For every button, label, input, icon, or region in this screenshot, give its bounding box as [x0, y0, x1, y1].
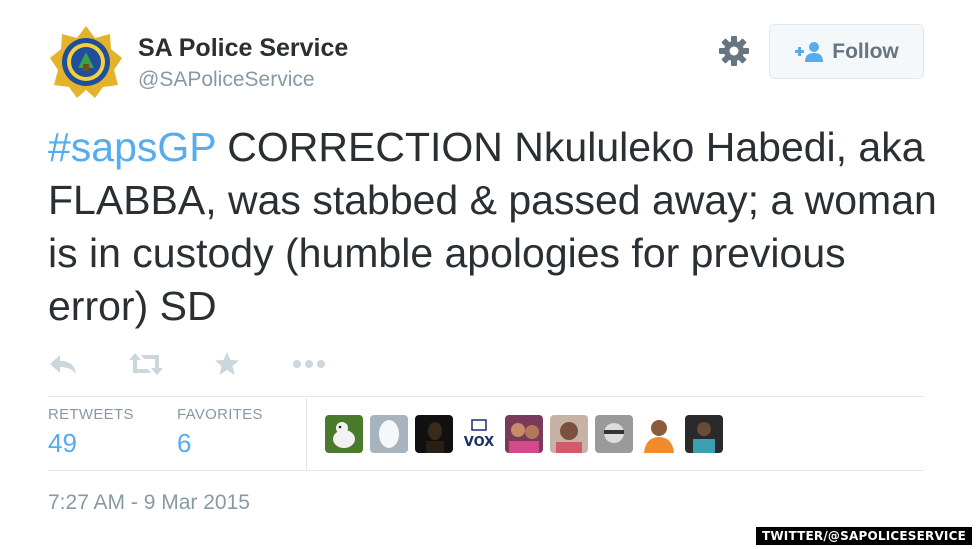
- tweet-stats: RETWEETS 49 FAVORITES 6 VOX: [48, 398, 924, 470]
- account-handle[interactable]: @SAPoliceService: [138, 68, 315, 92]
- favorites-label: FAVORITES: [177, 406, 263, 423]
- favorite-icon: [215, 352, 239, 375]
- display-name[interactable]: SA Police Service: [138, 34, 348, 63]
- retweets-count: 49: [48, 428, 77, 458]
- reply-button[interactable]: [48, 346, 78, 382]
- user-avatar[interactable]: [640, 415, 678, 453]
- tweet-header: SA Police Service @SAPoliceService Follo…: [48, 22, 928, 102]
- stats-bottom-divider: [48, 470, 924, 471]
- hashtag-link[interactable]: #sapsGP: [48, 124, 216, 170]
- user-avatar[interactable]: VOX: [460, 415, 498, 453]
- retweets-stat[interactable]: RETWEETS 49: [48, 406, 134, 459]
- more-icon: [293, 360, 325, 368]
- favorites-count: 6: [177, 428, 192, 458]
- follow-button[interactable]: Follow: [769, 24, 924, 79]
- user-avatar[interactable]: [415, 415, 453, 453]
- source-watermark: TWITTER/@SAPOLICESERVICE: [755, 527, 972, 545]
- user-avatar[interactable]: [595, 415, 633, 453]
- follow-label: Follow: [832, 39, 899, 63]
- saps-badge-icon: [50, 26, 122, 98]
- vox-logo-text: VOX: [464, 435, 494, 450]
- tweet-timestamp[interactable]: 7:27 AM - 9 Mar 2015: [48, 491, 250, 515]
- tweet-text: #sapsGP CORRECTION Nkululeko Habedi, aka…: [48, 121, 948, 333]
- gear-icon: [719, 36, 749, 66]
- settings-gear-button[interactable]: [717, 34, 751, 68]
- retweet-icon: [129, 353, 163, 375]
- more-button[interactable]: [292, 346, 326, 382]
- engaged-user-avatars: VOX: [325, 415, 723, 453]
- profile-avatar[interactable]: [48, 24, 124, 100]
- reply-icon: [50, 355, 76, 374]
- favorites-stat[interactable]: FAVORITES 6: [177, 406, 263, 459]
- user-avatar[interactable]: [370, 415, 408, 453]
- user-avatar[interactable]: [325, 415, 363, 453]
- tweet-actions: [48, 346, 348, 382]
- stats-top-divider: [48, 396, 924, 397]
- add-user-icon: [795, 41, 824, 62]
- retweets-label: RETWEETS: [48, 406, 134, 423]
- stats-vertical-divider: [306, 398, 307, 470]
- user-avatar[interactable]: [550, 415, 588, 453]
- user-avatar[interactable]: [685, 415, 723, 453]
- user-avatar[interactable]: [505, 415, 543, 453]
- favorite-button[interactable]: [214, 346, 240, 382]
- retweet-button[interactable]: [128, 346, 164, 382]
